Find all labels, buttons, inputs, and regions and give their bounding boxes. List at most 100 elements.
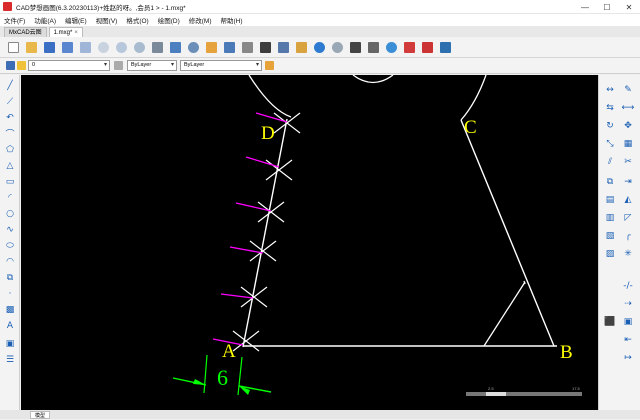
magenta-tick — [245, 156, 280, 168]
mirror-icon[interactable]: ⟷ — [621, 101, 635, 114]
move-icon[interactable]: ✥ — [621, 119, 635, 132]
plot-icon[interactable] — [348, 40, 363, 55]
trim-icon[interactable]: ✂ — [621, 155, 635, 168]
chamfer-icon[interactable]: ◸ — [621, 211, 635, 224]
rotate-icon[interactable]: ↻ — [603, 119, 617, 132]
model-tab[interactable]: 模型 — [30, 410, 51, 419]
pencil-icon[interactable] — [265, 61, 274, 70]
pdf-icon[interactable] — [402, 40, 417, 55]
redo-icon[interactable] — [330, 40, 345, 55]
tab-close-icon[interactable]: × — [74, 30, 78, 36]
web-icon[interactable] — [384, 40, 399, 55]
maximize-button[interactable]: ☐ — [596, 0, 618, 14]
gallery-icon[interactable] — [438, 40, 453, 55]
menu-file[interactable]: 文件(F) — [4, 15, 25, 25]
layer-manager-icon[interactable] — [6, 61, 15, 70]
layer-state-icon[interactable] — [17, 61, 26, 70]
menu-modify[interactable]: 修改(M) — [189, 15, 212, 25]
dimension-icon[interactable]: ↔ — [603, 83, 617, 96]
new-icon[interactable] — [6, 40, 21, 55]
explode-icon[interactable]: ✳ — [621, 247, 635, 260]
layer-select[interactable]: 0 ▾ — [28, 60, 110, 71]
scale-bar: 2.5 17.5 — [462, 386, 587, 400]
align-icon[interactable]: ⇤ — [621, 333, 635, 346]
close-button[interactable]: ✕ — [618, 0, 640, 14]
insert-block-icon[interactable]: ⧉ — [3, 271, 17, 284]
triangle-icon[interactable]: △ — [3, 159, 17, 172]
app-icon — [3, 2, 12, 11]
label-a: A — [222, 341, 236, 362]
linetype-select[interactable]: ByLayer ▾ — [180, 60, 262, 71]
menu-draw[interactable]: 绘图(D) — [158, 15, 180, 25]
rectangle-icon[interactable]: ▭ — [3, 175, 17, 188]
menu-edit[interactable]: 编辑(E) — [65, 15, 87, 25]
menu-format[interactable]: 格式(O) — [126, 15, 148, 25]
save-icon[interactable] — [42, 40, 57, 55]
group-icon[interactable]: ▥ — [603, 211, 617, 224]
find-icon[interactable] — [186, 40, 201, 55]
erase-icon[interactable]: ✎ — [621, 83, 635, 96]
arc-icon[interactable]: ↶ — [3, 111, 17, 124]
mtext-icon[interactable]: ☰ — [3, 353, 17, 366]
ungroup-icon[interactable]: ▧ — [603, 229, 617, 242]
measure-icon[interactable] — [168, 40, 183, 55]
ellipse-arc-icon[interactable]: ◠ — [3, 255, 17, 268]
ray-icon[interactable]: ⟋ — [3, 95, 17, 108]
export-icon[interactable] — [420, 40, 435, 55]
polygon-icon[interactable]: ⬠ — [3, 143, 17, 156]
menu-help[interactable]: 帮助(H) — [221, 15, 243, 25]
print-preview-icon[interactable] — [78, 40, 93, 55]
ellipse-icon[interactable]: ⬭ — [3, 239, 17, 252]
menu-view[interactable]: 视图(V) — [96, 15, 118, 25]
status-bar: 模型 — [0, 410, 640, 419]
block-icon[interactable] — [258, 40, 273, 55]
minimize-button[interactable]: — — [574, 0, 596, 14]
image-icon[interactable] — [240, 40, 255, 55]
open-icon[interactable] — [24, 40, 39, 55]
hatch-icon[interactable]: ▩ — [3, 303, 17, 316]
array-icon[interactable]: ▦ — [621, 137, 635, 150]
tab-drawing[interactable]: 1.mxg* × — [48, 27, 83, 37]
drawing-canvas[interactable]: D C A B 6 2.5 17.5 — [21, 75, 598, 410]
zoom-extents-icon[interactable] — [132, 40, 147, 55]
match-icon[interactable] — [294, 40, 309, 55]
spline-icon[interactable]: ∿ — [3, 223, 17, 236]
properties-icon[interactable] — [276, 40, 291, 55]
color-select[interactable]: ByLayer ▾ — [127, 60, 177, 71]
join-icon[interactable]: ⇢ — [621, 297, 635, 310]
dim-arrow-left — [193, 379, 206, 385]
undo-icon[interactable] — [312, 40, 327, 55]
tab-cloud[interactable]: MxCAD云图 — [4, 27, 47, 37]
point-icon[interactable]: · — [3, 287, 17, 300]
line-icon[interactable]: ╱ — [3, 79, 17, 92]
menu-function[interactable]: 功能(A) — [34, 15, 56, 25]
edit-icon[interactable] — [204, 40, 219, 55]
cube-icon[interactable]: ⬛ — [603, 315, 617, 328]
fillet-icon[interactable]: ╭ — [621, 229, 635, 242]
layers-icon[interactable]: ⧉ — [603, 175, 617, 188]
pan-icon[interactable] — [150, 40, 165, 55]
break-icon[interactable]: -/- — [621, 279, 635, 292]
stack-icon[interactable]: ▤ — [603, 193, 617, 206]
polyline-icon[interactable]: ⌒ — [3, 127, 17, 140]
print-icon[interactable] — [366, 40, 381, 55]
stretch-icon[interactable]: ◭ — [621, 193, 635, 206]
layer-prev-icon[interactable] — [114, 61, 123, 70]
zoom-icon[interactable] — [96, 40, 111, 55]
text-icon[interactable]: A — [3, 319, 17, 332]
solid-icon[interactable]: ▣ — [621, 315, 635, 328]
side-curve — [460, 75, 487, 121]
table-icon[interactable] — [222, 40, 237, 55]
scale-icon[interactable]: ⤡ — [603, 137, 617, 150]
extend-icon[interactable]: ⇥ — [621, 175, 635, 188]
distance-icon[interactable]: ↦ — [621, 351, 635, 364]
image-insert-icon[interactable]: ▣ — [3, 337, 17, 350]
copy-icon[interactable]: ⇆ — [603, 101, 617, 114]
title-bar: CAD梦想画图(6.3.20230113)+姓赵的呀。,会员1 > - 1.mx… — [0, 0, 640, 14]
offset-icon[interactable]: ⫽ — [603, 155, 617, 168]
order-icon[interactable]: ▨ — [603, 247, 617, 260]
circle-icon[interactable]: ○ — [3, 207, 17, 220]
saveas-icon[interactable] — [60, 40, 75, 55]
arc-3p-icon[interactable]: ◜ — [3, 191, 17, 204]
zoom-window-icon[interactable] — [114, 40, 129, 55]
